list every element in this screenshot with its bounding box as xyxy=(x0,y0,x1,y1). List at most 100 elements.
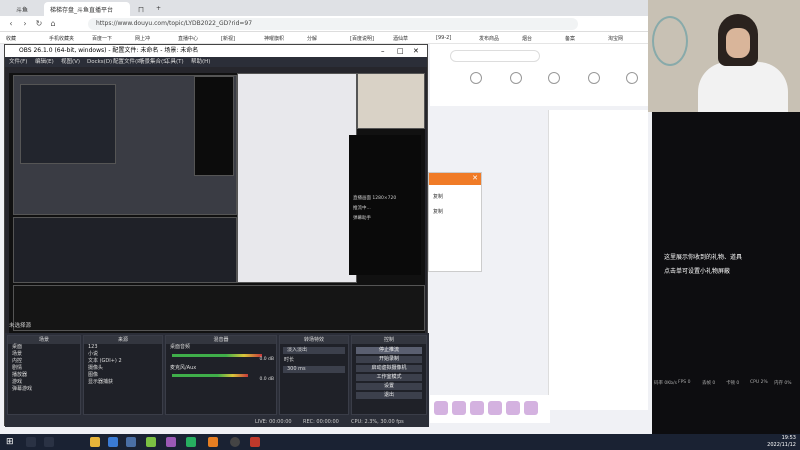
source-item[interactable]: 文本 (GDI+) 2 xyxy=(84,358,162,365)
app-icon[interactable] xyxy=(126,437,136,447)
bookmark-item[interactable]: 淘宝网 xyxy=(608,35,623,42)
control-button[interactable]: 停止推流 xyxy=(356,347,422,354)
source-item[interactable]: 摄像头 xyxy=(84,365,162,372)
maximize-icon[interactable]: □ xyxy=(397,45,404,57)
popup-copy-2[interactable]: 复制 xyxy=(433,208,477,215)
app-icon[interactable] xyxy=(250,437,260,447)
bookmark-item[interactable]: 网上冲 xyxy=(135,35,150,42)
bookmark-item[interactable]: 收藏 xyxy=(6,35,16,42)
app-icon[interactable] xyxy=(166,437,176,447)
bookmark-item[interactable]: 酒仙草 xyxy=(393,35,408,42)
source-item[interactable]: 小说 xyxy=(84,351,162,358)
bookmark-item[interactable]: 百度一下 xyxy=(92,35,112,42)
source-item[interactable]: 显示器捕获 xyxy=(84,379,162,386)
nested-cam xyxy=(357,73,425,129)
source-item[interactable]: 123 xyxy=(84,344,162,351)
app-icon[interactable] xyxy=(208,437,218,447)
obs-menubar: 文件(F) 编辑(E) 视图(V) Docks(D) 配置文件(P) 场景集合(S) 工具(… xyxy=(5,57,427,67)
audio-meter xyxy=(172,374,248,377)
scene-item[interactable]: 弹幕游戏 xyxy=(8,386,80,393)
gift-icon[interactable] xyxy=(506,401,520,415)
clock-time: 19:53 xyxy=(781,435,796,441)
control-button[interactable]: 工作室模式 xyxy=(356,374,422,381)
obs-icon[interactable] xyxy=(230,437,240,447)
scene-item[interactable]: 剧情 xyxy=(8,365,80,372)
source-item[interactable]: 图像 xyxy=(84,372,162,379)
gift-strip xyxy=(430,395,550,423)
task-view-icon[interactable] xyxy=(44,437,54,447)
bookmark-item[interactable]: 备案 xyxy=(565,35,575,42)
home-icon[interactable]: ⌂ xyxy=(48,19,58,29)
monitor-overlay: 直播画面 1280×720 推流中... 弹幕助手 xyxy=(349,135,421,275)
minimize-icon[interactable]: – xyxy=(381,45,385,57)
scene-item[interactable]: 桌面 xyxy=(8,344,80,351)
monitor-line-3: 弹幕助手 xyxy=(353,216,371,221)
site-nav-icon-1[interactable] xyxy=(470,72,482,84)
tab-douyu-active[interactable]: 梯梯存盘_斗鱼直播平台 xyxy=(44,2,130,16)
scene-item[interactable]: 播放器 xyxy=(8,372,80,379)
sources-dock-title: 来源 xyxy=(84,336,162,344)
forward-icon[interactable]: › xyxy=(20,19,30,29)
bookmark-item[interactable]: 发布商品 xyxy=(479,35,499,42)
gift-icon[interactable] xyxy=(488,401,502,415)
gift-icon[interactable] xyxy=(452,401,466,415)
scene-item[interactable]: 游戏 xyxy=(8,379,80,386)
browser-icon[interactable] xyxy=(146,437,156,447)
sources-dock: 来源 123 小说 文本 (GDI+) 2 摄像头 图像 显示器捕获 xyxy=(83,335,163,415)
bookmark-item[interactable]: 神曜旗帜 xyxy=(264,35,284,42)
site-nav-icon-5[interactable] xyxy=(626,72,638,84)
obs-menu-item[interactable]: 帮助(H) xyxy=(191,57,210,67)
bookmark-item[interactable]: [百度说明] xyxy=(350,35,374,42)
gift-icon[interactable] xyxy=(470,401,484,415)
obs-menu-item[interactable]: 编辑(E) xyxy=(35,57,54,67)
gift-tip-1: 这里展示你收到的礼物、道具 xyxy=(664,254,743,261)
monitor-line-2: 推流中... xyxy=(353,206,371,211)
back-icon[interactable]: ‹ xyxy=(6,19,16,29)
control-button[interactable]: 开始录制 xyxy=(356,356,422,363)
site-search-input[interactable] xyxy=(450,50,540,62)
gift-icon[interactable] xyxy=(524,401,538,415)
obs-menu-item[interactable]: 文件(F) xyxy=(9,57,27,67)
transition-select[interactable]: 淡入淡出 xyxy=(283,347,345,354)
scene-item[interactable]: 场景 xyxy=(8,351,80,358)
site-nav-icon-2[interactable] xyxy=(510,72,522,84)
obs-menu-item[interactable]: Docks(D) xyxy=(87,57,112,67)
control-button[interactable]: 退出 xyxy=(356,392,422,399)
controls-dock: 控制 停止推流 开始录制 启动虚拟摄像机 工作室模式 设置 退出 xyxy=(351,335,427,415)
control-button[interactable]: 设置 xyxy=(356,383,422,390)
audio-meter xyxy=(172,354,262,357)
close-icon[interactable]: ✕ xyxy=(413,45,419,57)
close-icon[interactable]: ✕ xyxy=(472,174,478,182)
wechat-icon[interactable] xyxy=(186,437,196,447)
popup-copy-1[interactable]: 复制 xyxy=(433,193,477,200)
bookmark-item[interactable]: 手机收藏夹 xyxy=(49,35,74,42)
search-icon[interactable] xyxy=(26,437,36,447)
windows-start-icon[interactable]: ⊞ xyxy=(6,437,14,447)
site-nav-icon-3[interactable] xyxy=(548,72,560,84)
tab-extra[interactable]: ㄇ xyxy=(132,2,150,16)
refresh-icon[interactable]: ↻ xyxy=(34,19,44,29)
bookmark-item[interactable]: 烟台 xyxy=(522,35,532,42)
transition-duration-input[interactable]: 300 ms xyxy=(283,366,345,373)
obs-menu-item[interactable]: 视图(V) xyxy=(61,57,80,67)
nested-preview-inner xyxy=(20,84,116,164)
scene-item[interactable]: 内控 xyxy=(8,358,80,365)
bookmark-item[interactable]: [新视] xyxy=(221,35,235,42)
control-button[interactable]: 启动虚拟摄像机 xyxy=(356,365,422,372)
live-timer: LIVE: 00:00:00 xyxy=(255,419,292,425)
bookmark-item[interactable]: 分解 xyxy=(307,35,317,42)
bookmark-item[interactable]: 直播中心 xyxy=(178,35,198,42)
obs-menu-item[interactable]: 工具(T) xyxy=(165,57,184,67)
gift-icon[interactable] xyxy=(434,401,448,415)
url-input[interactable]: https://www.douyu.com/topic/LYDB2022_GD?… xyxy=(88,18,578,30)
clock: 19:53 2022/11/12 xyxy=(756,435,796,449)
explorer-icon[interactable] xyxy=(90,437,100,447)
stream-stat: 码率 0Kb/s xyxy=(654,381,677,386)
app-icon[interactable] xyxy=(108,437,118,447)
new-tab-button[interactable]: + xyxy=(150,2,167,16)
gift-tip-2: 点击单可设置小礼物屏蔽 xyxy=(664,268,731,275)
tab-douyu-1[interactable]: 斗鱼 xyxy=(10,2,34,16)
bookmark-item[interactable]: [99-2] xyxy=(436,35,451,41)
site-nav-icon-4[interactable] xyxy=(588,72,600,84)
screen: 斗鱼 梯梯存盘_斗鱼直播平台 ㄇ + ‹ › ↻ ⌂ https://www.d… xyxy=(0,0,800,450)
